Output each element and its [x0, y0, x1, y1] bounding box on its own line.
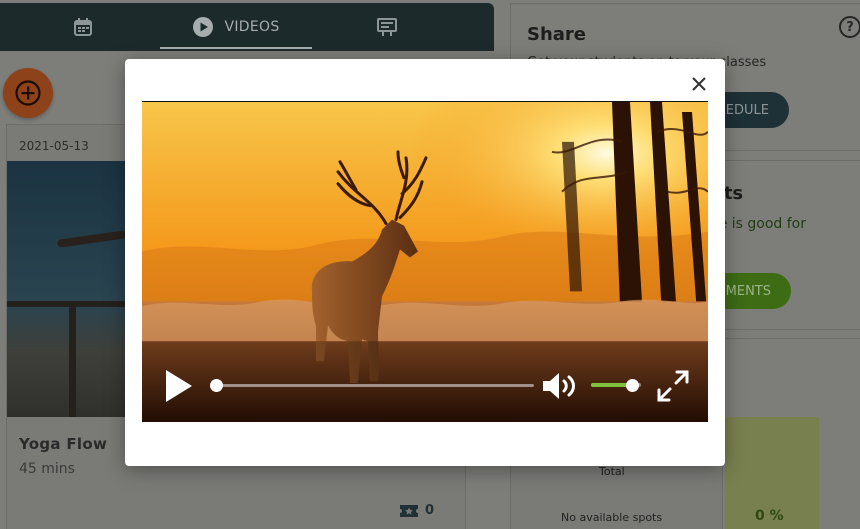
volume-slider[interactable] — [591, 379, 641, 392]
thumbnail-rail — [7, 301, 127, 307]
stats-total-label: Total — [599, 465, 625, 478]
thumbnail-post — [69, 301, 76, 417]
close-icon — [692, 77, 706, 91]
add-video-button[interactable] — [3, 68, 53, 118]
share-title: Share — [527, 24, 587, 45]
tab-videos-label: VIDEOS — [224, 19, 280, 35]
seek-bar[interactable] — [210, 379, 534, 392]
thumbnail-figure — [56, 230, 127, 248]
calendar-icon — [74, 18, 92, 36]
tab-calendar[interactable] — [60, 3, 106, 51]
stats-percent: 0 % — [755, 508, 784, 524]
ticket-count-value: 0 — [425, 503, 435, 518]
plus-circle-icon — [15, 80, 41, 106]
video-modal — [125, 59, 725, 466]
close-button[interactable] — [688, 73, 710, 95]
video-player[interactable] — [142, 101, 708, 422]
tab-board[interactable] — [364, 3, 410, 51]
stats-spots-label: No available spots — [561, 511, 663, 524]
video-duration: 45 mins — [19, 461, 75, 477]
play-icon — [166, 370, 192, 402]
video-controls — [142, 342, 708, 422]
fullscreen-icon — [657, 370, 689, 402]
board-icon — [377, 18, 397, 36]
play-button[interactable] — [162, 368, 194, 404]
comments-text: ce is good for — [711, 216, 806, 232]
play-circle-icon — [193, 17, 214, 37]
video-date: 2021-05-13 — [19, 139, 89, 153]
tab-videos[interactable]: VIDEOS — [160, 3, 312, 51]
volume-icon — [543, 373, 575, 399]
volume-thumb[interactable] — [626, 379, 639, 392]
seek-track — [212, 384, 534, 387]
ticket-icon — [400, 504, 418, 517]
help-icon[interactable]: ? — [839, 16, 860, 38]
ticket-count: 0 — [399, 503, 434, 518]
seek-thumb[interactable] — [210, 379, 223, 392]
video-title: Yoga Flow — [19, 435, 108, 453]
tab-bar: VIDEOS — [0, 3, 494, 51]
video-thumbnail[interactable] — [7, 161, 127, 417]
fullscreen-button[interactable] — [656, 369, 690, 403]
volume-button[interactable] — [541, 370, 581, 402]
